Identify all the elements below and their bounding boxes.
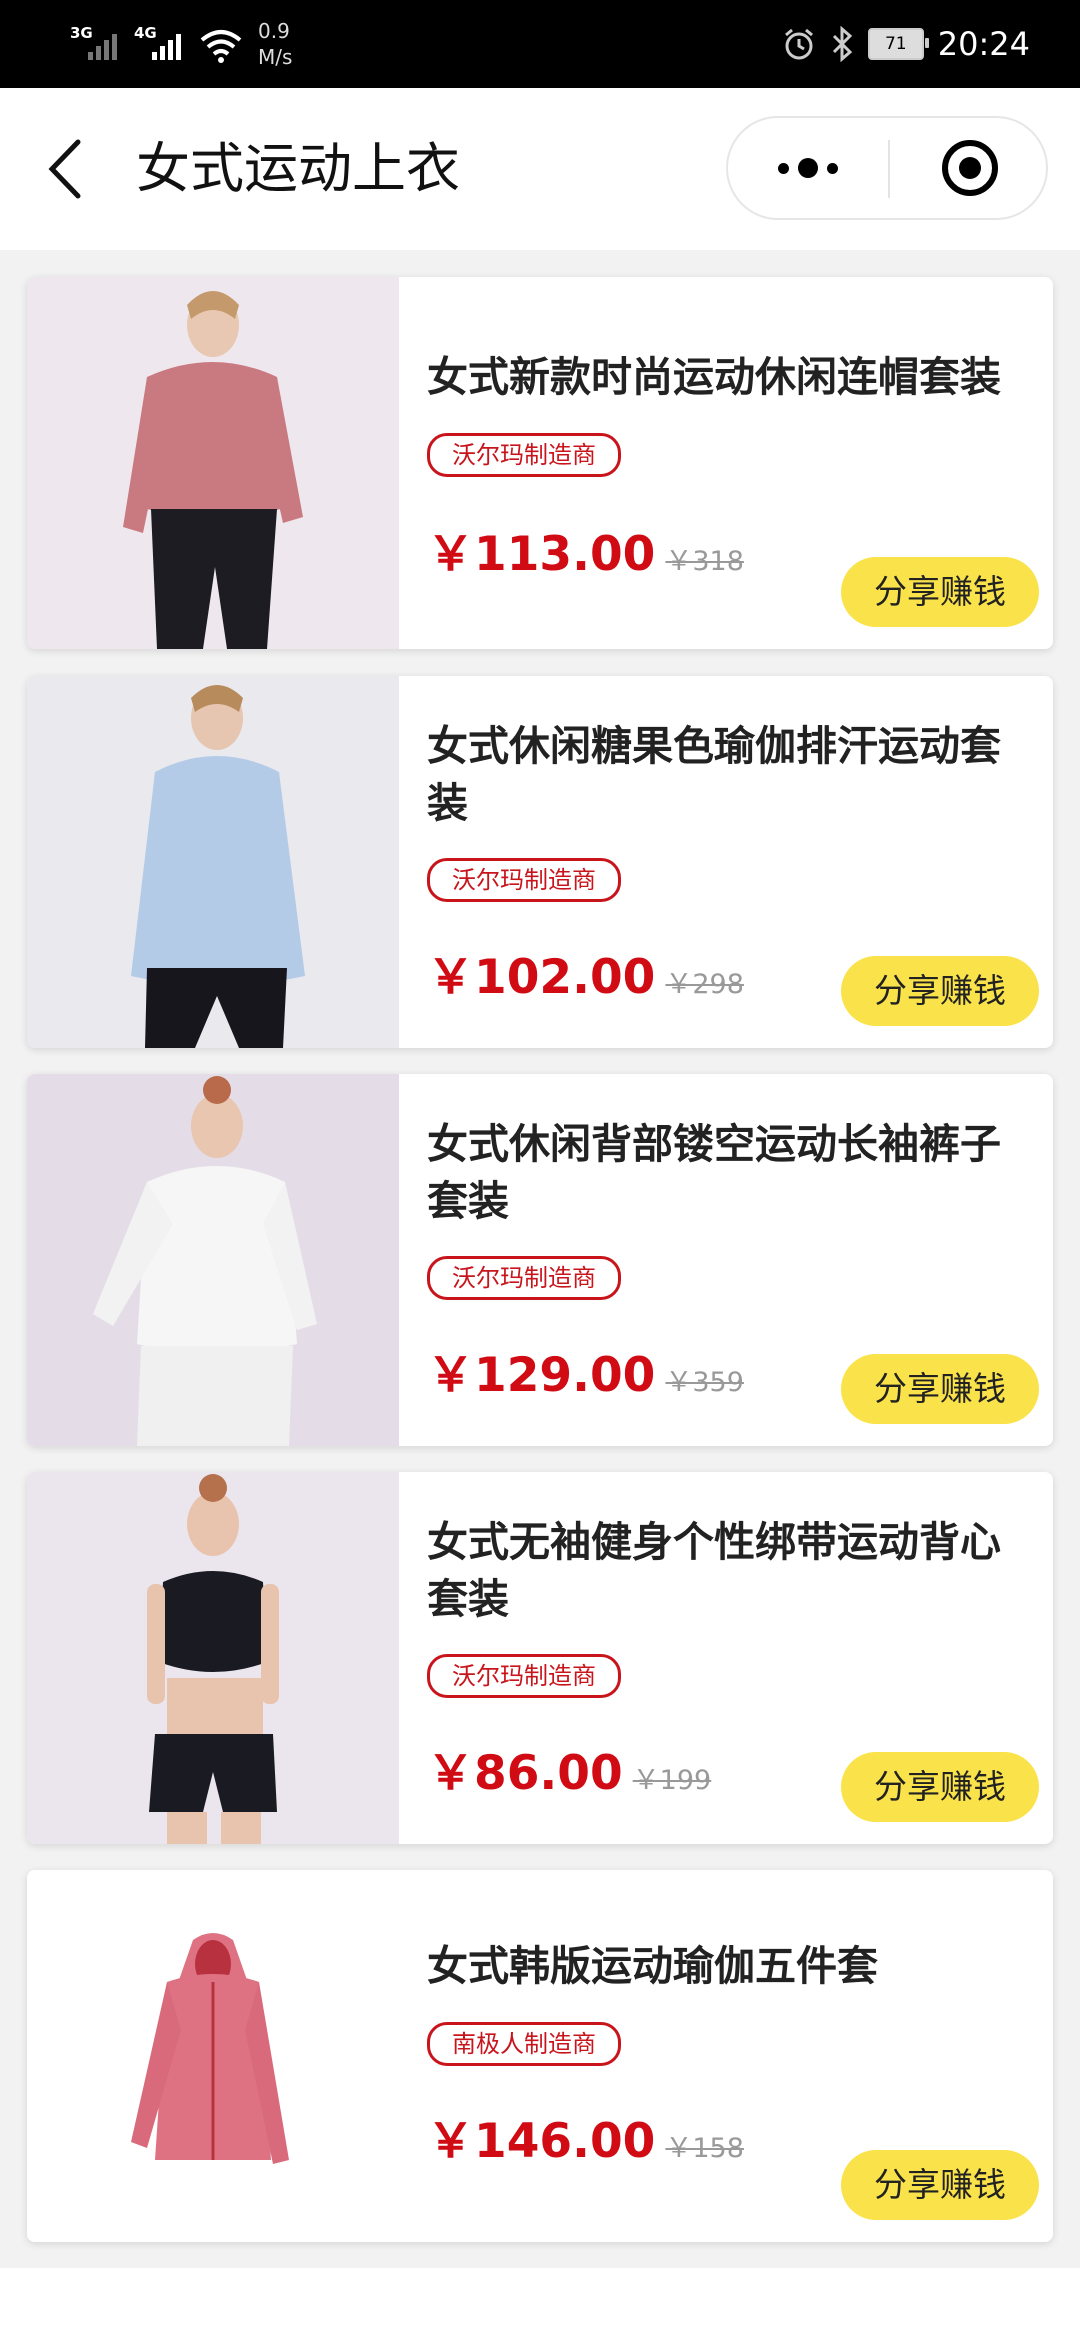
price-row: ￥102.00 ￥298 — [427, 938, 744, 1007]
sale-price: ￥146.00 — [427, 2114, 656, 2169]
product-card[interactable]: 女式新款时尚运动休闲连帽套装 沃尔玛制造商 ￥113.00 ￥318 分享赚钱 — [27, 277, 1053, 649]
original-price: ￥298 — [665, 969, 744, 1000]
vendor-tag: 南极人制造商 — [427, 2022, 621, 2066]
product-title: 女式休闲糖果色瑜伽排汗运动套装 — [427, 722, 1001, 827]
battery-icon: 71 — [867, 28, 929, 60]
product-card[interactable]: 女式休闲糖果色瑜伽排汗运动套装 沃尔玛制造商 ￥102.00 ￥298 分享赚钱 — [27, 676, 1053, 1048]
status-right: 71 20:24 — [782, 14, 1030, 74]
network-speed: 0.9 M/s — [258, 18, 292, 70]
product-title: 女式新款时尚运动休闲连帽套装 — [427, 353, 1001, 401]
signal-icon-sim1: 3G — [70, 22, 128, 66]
original-price: ￥199 — [632, 1765, 712, 1796]
price-row: ￥129.00 ￥359 — [427, 1336, 744, 1405]
share-earn-button[interactable]: 分享赚钱 — [841, 1354, 1039, 1424]
wifi-icon — [200, 30, 242, 63]
product-card[interactable]: 女式无袖健身个性绑带运动背心套装 沃尔玛制造商 ￥86.00 ￥199 分享赚钱 — [27, 1472, 1053, 1844]
model-photo-icon — [27, 277, 399, 649]
status-time: 20:24 — [937, 25, 1030, 63]
bottom-area — [0, 2268, 1080, 2340]
product-info: 女式新款时尚运动休闲连帽套装 沃尔玛制造商 ￥113.00 ￥318 分享赚钱 — [427, 277, 1039, 649]
product-image — [27, 676, 399, 1048]
product-image — [27, 1472, 399, 1844]
product-info: 女式休闲糖果色瑜伽排汗运动套装 沃尔玛制造商 ￥102.00 ￥298 分享赚钱 — [427, 676, 1039, 1048]
more-dots-icon — [778, 162, 789, 174]
product-info: 女式休闲背部镂空运动长袖裤子套装 沃尔玛制造商 ￥129.00 ￥359 分享赚… — [427, 1074, 1039, 1446]
status-left: 3G 4G 0.9 M/s — [70, 14, 292, 74]
product-title: 女式韩版运动瑜伽五件套 — [427, 1942, 878, 1990]
product-title: 女式休闲背部镂空运动长袖裤子套装 — [427, 1120, 1001, 1225]
model-photo-icon — [27, 676, 399, 1048]
share-earn-button[interactable]: 分享赚钱 — [841, 557, 1039, 627]
signal-icon-sim2: 4G — [134, 22, 192, 66]
alarm-icon — [784, 28, 813, 60]
close-target-icon[interactable] — [940, 138, 1000, 198]
price-row: ￥146.00 ￥158 — [427, 2102, 744, 2171]
product-image — [27, 1074, 399, 1446]
sale-price: ￥129.00 — [427, 1348, 656, 1403]
product-title: 女式无袖健身个性绑带运动背心套装 — [427, 1518, 1001, 1623]
product-card[interactable]: 女式休闲背部镂空运动长袖裤子套装 沃尔玛制造商 ￥129.00 ￥359 分享赚… — [27, 1074, 1053, 1446]
share-earn-button[interactable]: 分享赚钱 — [841, 956, 1039, 1026]
product-info: 女式韩版运动瑜伽五件套 南极人制造商 ￥146.00 ￥158 分享赚钱 — [427, 1870, 1039, 2242]
navigation-bar: 女式运动上衣 — [0, 88, 1080, 250]
share-earn-button[interactable]: 分享赚钱 — [841, 2150, 1039, 2220]
mini-program-capsule — [726, 116, 1048, 220]
product-card[interactable]: 女式韩版运动瑜伽五件套 南极人制造商 ￥146.00 ￥158 分享赚钱 — [27, 1870, 1053, 2242]
sale-price: ￥113.00 — [427, 527, 656, 582]
back-arrow-icon — [48, 139, 81, 199]
product-image — [27, 277, 399, 649]
vendor-tag: 沃尔玛制造商 — [427, 1654, 621, 1698]
capsule-divider — [888, 140, 890, 198]
price-row: ￥113.00 ￥318 — [427, 515, 744, 584]
vendor-tag: 沃尔玛制造商 — [427, 433, 621, 477]
more-button[interactable] — [728, 118, 888, 218]
model-photo-icon — [27, 1472, 399, 1844]
model-photo-icon — [27, 1074, 399, 1446]
vendor-tag: 沃尔玛制造商 — [427, 858, 621, 902]
product-info: 女式无袖健身个性绑带运动背心套装 沃尔玛制造商 ￥86.00 ￥199 分享赚钱 — [427, 1472, 1039, 1844]
original-price: ￥359 — [665, 1367, 744, 1398]
page-title: 女式运动上衣 — [136, 137, 460, 200]
bluetooth-icon — [832, 26, 852, 62]
sale-price: ￥102.00 — [427, 950, 656, 1005]
share-earn-button[interactable]: 分享赚钱 — [841, 1752, 1039, 1822]
status-bar: 3G 4G 0.9 M/s 71 20:24 — [0, 0, 1080, 88]
back-button[interactable] — [40, 134, 100, 204]
jacket-photo-icon — [27, 1870, 399, 2242]
sale-price: ￥86.00 — [427, 1746, 623, 1801]
product-image — [27, 1870, 399, 2242]
speed-value: 0.9 — [258, 19, 290, 43]
original-price: ￥158 — [665, 2133, 744, 2164]
vendor-tag: 沃尔玛制造商 — [427, 1256, 621, 1300]
speed-unit: M/s — [258, 45, 293, 69]
price-row: ￥86.00 ￥199 — [427, 1734, 711, 1803]
battery-level: 71 — [884, 34, 907, 54]
original-price: ￥318 — [665, 546, 744, 577]
